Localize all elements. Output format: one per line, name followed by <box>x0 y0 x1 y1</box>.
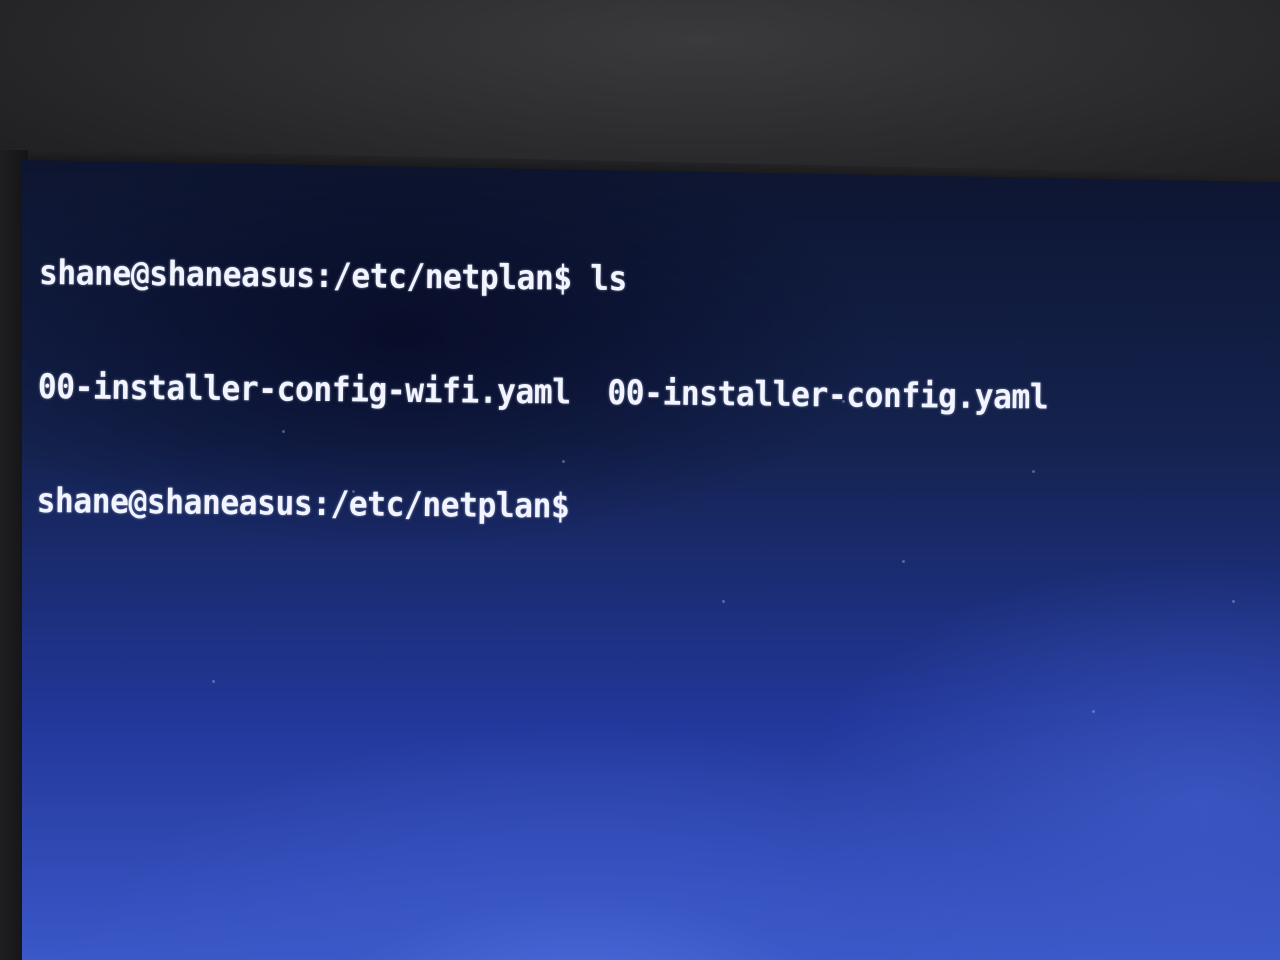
file-name: 00-installer-config-wifi.yaml <box>37 366 571 413</box>
shell-prompt: shane@shaneasus:/etc/netplan$ <box>36 480 570 527</box>
terminal-line-3[interactable]: shane@shaneasus:/etc/netplan$ <box>36 480 1047 531</box>
terminal-screen[interactable]: shane@shaneasus:/etc/netplan$ ls 00-inst… <box>22 160 1280 960</box>
terminal-output: shane@shaneasus:/etc/netplan$ ls 00-inst… <box>36 178 1051 607</box>
file-name: 00-installer-config.yaml <box>607 372 1049 418</box>
shell-command: ls <box>571 258 628 300</box>
photo-of-monitor: shane@shaneasus:/etc/netplan$ ls 00-inst… <box>0 0 1280 960</box>
screen-dust <box>212 680 215 683</box>
screen-dust <box>1092 710 1095 713</box>
terminal-line-2: 00-installer-config-wifi.yaml 00-installe… <box>37 366 1049 418</box>
terminal-line-1: shane@shaneasus:/etc/netplan$ ls <box>38 252 1050 303</box>
shell-prompt: shane@shaneasus:/etc/netplan$ <box>38 252 572 299</box>
screen-dust <box>1232 600 1235 603</box>
